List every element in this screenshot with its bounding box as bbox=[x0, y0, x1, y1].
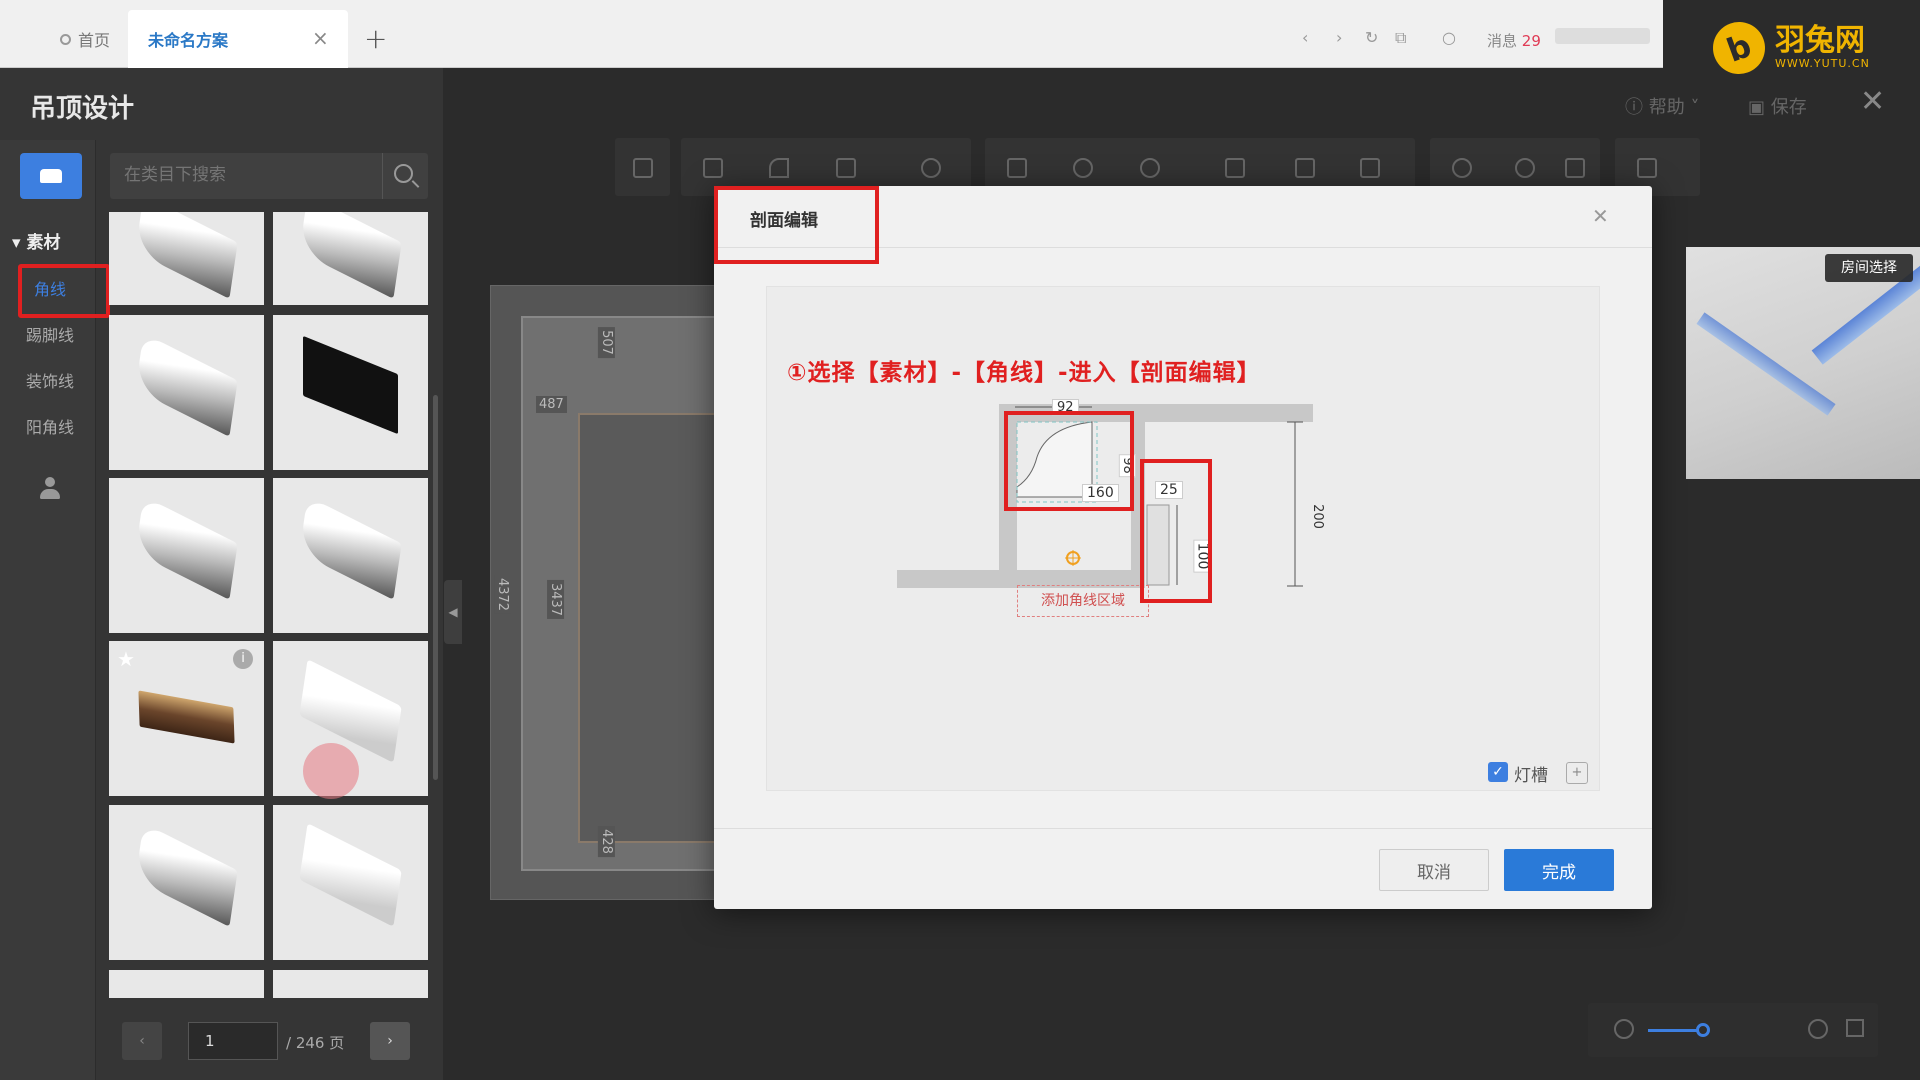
upload-tool[interactable] bbox=[615, 138, 670, 196]
map-icon bbox=[1637, 158, 1657, 178]
dim-label: 507 bbox=[597, 327, 615, 358]
zoom-in-icon[interactable] bbox=[1808, 1019, 1828, 1039]
material-tile[interactable] bbox=[273, 970, 428, 998]
close-tab-icon[interactable]: × bbox=[312, 26, 329, 50]
eraser-icon bbox=[1565, 158, 1585, 178]
material-tile[interactable] bbox=[109, 315, 264, 470]
furniture-category-button[interactable] bbox=[20, 153, 82, 199]
favorite-star-icon[interactable]: ★ bbox=[117, 647, 135, 671]
search-box bbox=[110, 153, 428, 199]
page-input[interactable] bbox=[188, 1022, 278, 1060]
light-slot-label: 灯槽 bbox=[1514, 766, 1548, 786]
logo-name: 羽兔网 bbox=[1775, 23, 1865, 58]
close-app-icon[interactable]: ✕ bbox=[1860, 84, 1885, 119]
material-tile[interactable] bbox=[273, 315, 428, 470]
material-tile[interactable]: ★ i bbox=[109, 641, 264, 796]
app-title: 吊顶设计 bbox=[30, 94, 135, 124]
fit-view-icon[interactable] bbox=[1846, 1019, 1864, 1037]
page-total: / 246 页 bbox=[286, 1034, 345, 1052]
search-icon bbox=[394, 164, 413, 183]
collapse-panel-button[interactable]: ◀ bbox=[444, 580, 462, 644]
copy-icon[interactable]: ⧉ bbox=[1395, 28, 1406, 48]
info-icon[interactable]: i bbox=[233, 649, 253, 669]
save-button[interactable]: ▣ 保存 bbox=[1748, 93, 1807, 119]
user-info bbox=[1555, 28, 1650, 44]
add-tab-icon[interactable]: + bbox=[364, 22, 387, 55]
category-external-corner[interactable]: 阳角线 bbox=[26, 414, 74, 438]
done-button[interactable]: 完成 bbox=[1504, 849, 1614, 891]
highlight-box-profile bbox=[1004, 411, 1134, 511]
arc-icon bbox=[769, 158, 789, 178]
zoom-icon bbox=[1073, 158, 1093, 178]
search-input[interactable] bbox=[124, 165, 384, 185]
refresh-icon[interactable]: ↻ bbox=[1365, 28, 1378, 47]
category-decor-line[interactable]: 装饰线 bbox=[26, 368, 74, 392]
redo-icon bbox=[1515, 158, 1535, 178]
scrollbar[interactable] bbox=[433, 395, 438, 780]
dim-height-200[interactable]: 200 bbox=[1310, 504, 1325, 529]
material-tile[interactable] bbox=[273, 212, 428, 305]
light-slot-checkbox[interactable]: ✓ bbox=[1488, 762, 1508, 782]
dim-label: 487 bbox=[536, 396, 567, 413]
dim-label: 428 bbox=[597, 826, 615, 857]
home-icon bbox=[60, 33, 71, 45]
select-icon bbox=[1007, 158, 1027, 178]
eye-icon bbox=[1140, 158, 1160, 178]
highlight-box-category bbox=[18, 264, 110, 318]
align-icon bbox=[1225, 158, 1245, 178]
room-select-button[interactable]: 房间选择 bbox=[1825, 254, 1913, 282]
undo-icon bbox=[1452, 158, 1472, 178]
close-dialog-icon[interactable]: ✕ bbox=[1592, 204, 1609, 228]
material-tile[interactable] bbox=[109, 478, 264, 633]
logo-mark-icon: b bbox=[1705, 14, 1773, 81]
cursor-indicator bbox=[303, 743, 359, 799]
section-edit-dialog: 剖面编辑 ✕ ①选择【素材】-【角线】-进入【剖面编辑】 92 160 98 2… bbox=[714, 186, 1652, 909]
forward-icon[interactable]: › bbox=[1336, 28, 1342, 47]
upload-icon bbox=[633, 158, 653, 178]
sofa-icon bbox=[40, 169, 62, 183]
search-button[interactable] bbox=[382, 153, 428, 199]
highlight-box-light-slot bbox=[1140, 459, 1212, 603]
zoom-slider-handle[interactable] bbox=[1696, 1023, 1710, 1037]
next-page-button[interactable]: › bbox=[370, 1022, 410, 1060]
zoom-control bbox=[1588, 1003, 1878, 1057]
line-icon bbox=[703, 158, 723, 178]
material-tile[interactable] bbox=[273, 805, 428, 960]
add-corner-line-zone[interactable]: 添加角线区域 bbox=[1017, 585, 1149, 617]
zoom-slider[interactable] bbox=[1648, 1029, 1703, 1032]
search-icon[interactable]: ○ bbox=[1442, 28, 1456, 47]
messages[interactable]: 消息 29 bbox=[1487, 30, 1541, 51]
paint-icon bbox=[1360, 158, 1380, 178]
cancel-button[interactable]: 取消 bbox=[1379, 849, 1489, 891]
dim-label: 3437 bbox=[547, 579, 565, 620]
zoom-out-icon[interactable] bbox=[1614, 1019, 1634, 1039]
yutu-logo: b 羽兔网 WWW.YUTU.CN bbox=[1663, 0, 1920, 95]
user-icon[interactable] bbox=[40, 477, 60, 499]
material-tile[interactable] bbox=[109, 805, 264, 960]
help-button[interactable]: ⓘ 帮助 ˅ bbox=[1625, 93, 1699, 119]
prev-page-button[interactable]: ‹ bbox=[122, 1022, 162, 1060]
category-section-title[interactable]: ▾ 素材 bbox=[12, 228, 60, 253]
circle-icon bbox=[921, 158, 941, 178]
category-skirting[interactable]: 踢脚线 bbox=[26, 322, 74, 346]
dim-label: 4372 bbox=[494, 574, 512, 615]
back-icon[interactable]: ‹ bbox=[1302, 28, 1308, 47]
section-diagram[interactable]: ①选择【素材】-【角线】-进入【剖面编辑】 92 160 98 25 100 2… bbox=[766, 286, 1600, 791]
rect-icon bbox=[836, 158, 856, 178]
highlight-box-title bbox=[714, 186, 879, 264]
message-count: 29 bbox=[1521, 32, 1541, 50]
add-light-slot-icon[interactable]: + bbox=[1566, 762, 1588, 784]
grid-icon bbox=[1295, 158, 1315, 178]
logo-url: WWW.YUTU.CN bbox=[1775, 57, 1870, 70]
ceiling-canvas[interactable]: 487 507 4372 3437 428 bbox=[490, 285, 758, 900]
browser-bar: 首页 未命名方案 × + ‹ › ↻ ⧉ ○ 消息 29 bbox=[0, 0, 1663, 68]
material-tile[interactable] bbox=[273, 478, 428, 633]
material-tile[interactable] bbox=[109, 970, 264, 998]
pagination: ‹ / 246 页 › bbox=[110, 1022, 440, 1062]
material-tile[interactable] bbox=[109, 212, 264, 305]
